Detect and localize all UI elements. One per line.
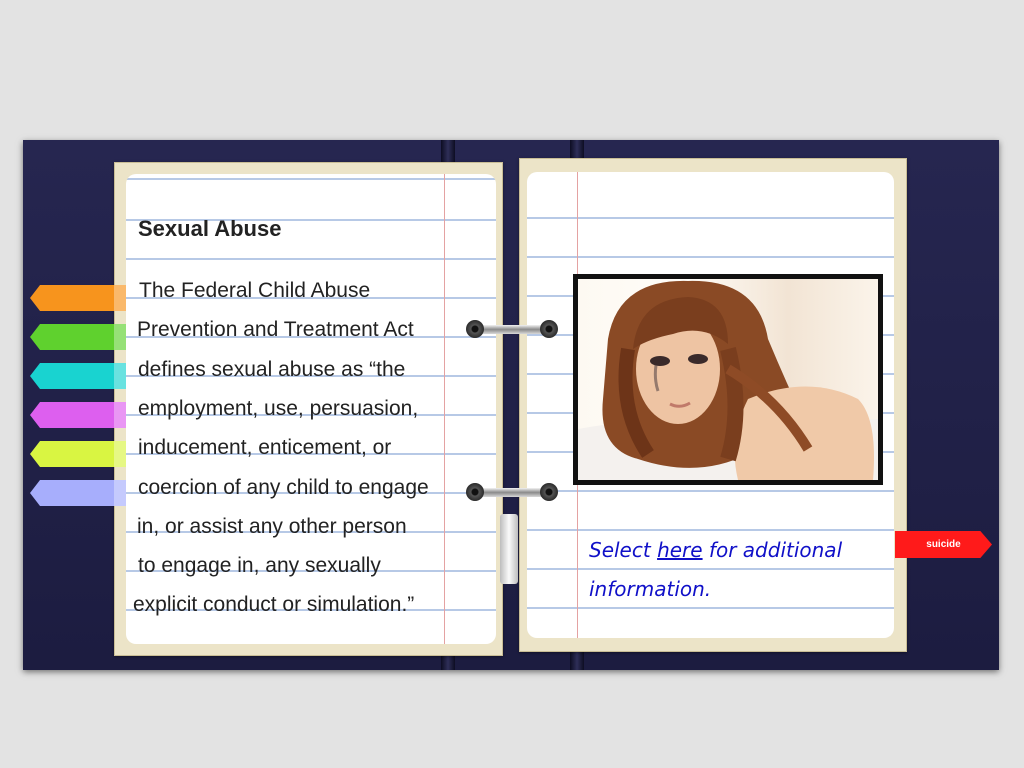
body-text-line: coercion of any child to engage	[138, 476, 429, 499]
ring-hole-icon	[540, 320, 558, 338]
body-text-line: in, or assist any other person	[137, 515, 407, 538]
ring-bar-bottom	[478, 488, 548, 497]
here-link[interactable]: here	[657, 538, 703, 562]
left-page-margin-line	[444, 174, 445, 644]
ring-hole-icon	[466, 320, 484, 338]
nav-tab-yellow[interactable]	[30, 441, 126, 467]
suicide-tab-button[interactable]: suicide	[895, 531, 992, 558]
nav-tab-magenta[interactable]	[30, 402, 126, 428]
binder-clip	[500, 514, 518, 584]
page-title: Sexual Abuse	[138, 216, 282, 241]
ring-bar-top	[478, 325, 548, 334]
photo-of-crying-woman-icon	[578, 279, 878, 480]
ring-hole-icon	[466, 483, 484, 501]
nav-tab-orange[interactable]	[30, 285, 126, 311]
body-text-line: inducement, enticement, or	[138, 436, 392, 459]
ring-hole-icon	[540, 483, 558, 501]
body-text-line: employment, use, persuasion,	[138, 397, 419, 420]
additional-info-text: Select here for additional information.	[589, 531, 879, 609]
nav-tab-cyan[interactable]	[30, 363, 126, 389]
body-text-line: to engage in, any sexually	[138, 554, 381, 577]
info-prefix: Select	[589, 538, 658, 562]
nav-tab-green[interactable]	[30, 324, 126, 350]
body-text-line: defines sexual abuse as “the	[138, 358, 406, 381]
nav-tab-lavender[interactable]	[30, 480, 126, 506]
body-text-line: The Federal Child Abuse	[139, 279, 371, 302]
body-text-line: Prevention and Treatment Act	[137, 318, 414, 341]
photo-frame	[573, 274, 883, 485]
body-text-line: explicit conduct or simulation.”	[133, 593, 415, 616]
